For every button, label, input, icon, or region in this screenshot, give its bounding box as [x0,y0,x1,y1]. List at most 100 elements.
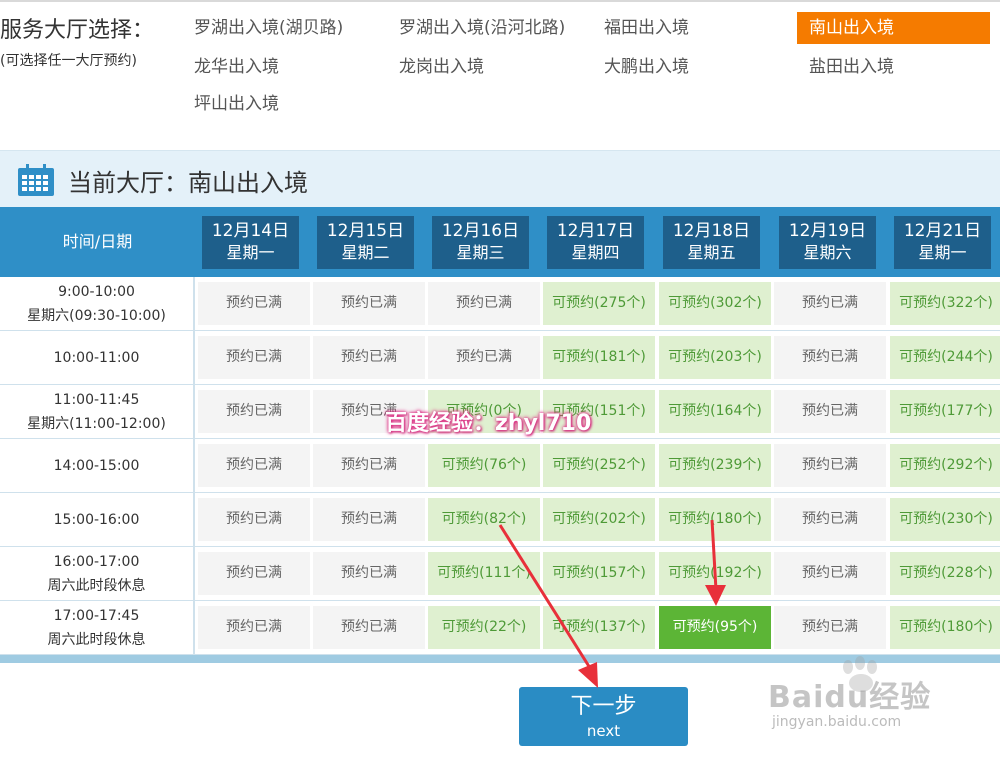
slot-full: 预约已满 [313,498,425,541]
slot-available[interactable]: 可预约(181个) [543,336,655,379]
slot-available[interactable]: 可预约(239个) [659,444,771,487]
slot-full: 预约已满 [198,444,310,487]
slot-available[interactable]: 可预约(111个) [428,552,540,595]
hall-option-yantian[interactable]: 盐田出入境 [797,51,990,83]
time-note: 星期六(11:00-12:00) [27,415,166,432]
slot-full: 预约已满 [428,336,540,379]
slot-available[interactable]: 可预约(292个) [890,444,1000,487]
weekday-label: 星期一 [918,243,967,262]
watermark-text: 百度经验：zhyl710 [385,411,592,436]
time-range: 15:00-16:00 [53,511,140,528]
table-row: 14:00-15:00 预约已满 预约已满 可预约(76个) 可预约(252个) 可预约(… [0,439,1000,493]
hall-option-luohu-hubei[interactable]: 罗湖出入境(湖贝路) [182,12,372,44]
time-range: 14:00-15:00 [53,457,140,474]
next-button-sublabel: next [586,722,621,740]
slot-full: 预约已满 [774,390,886,433]
hall-option-dapeng[interactable]: 大鹏出入境 [592,51,782,83]
slot-full: 预约已满 [774,444,886,487]
time-slot-cell: 9:00-10:00 星期六(09:30-10:00) [0,277,195,330]
date-header: 12月19日 星期六 [779,216,876,269]
hall-select-title: 服务大厅选择： [0,18,155,43]
slot-available[interactable]: 可预约(137个) [543,606,655,649]
slot-available[interactable]: 可预约(230个) [890,498,1000,541]
slot-available-selected[interactable]: 可预约(95个) [659,606,771,649]
time-range: 17:00-17:45 [53,607,140,624]
hall-select-subtitle: (可选择任一大厅预约) [0,53,137,69]
date-header: 12月18日 星期五 [663,216,760,269]
slot-full: 预约已满 [774,282,886,325]
table-row: 16:00-17:00 周六此时段休息 预约已满 预约已满 可预约(111个) 可预约(1… [0,547,1000,601]
hall-select-label: 服务大厅选择： (可选择任一大厅预约) [0,12,170,70]
slot-available[interactable]: 可预约(180个) [890,606,1000,649]
time-slot-cell: 15:00-16:00 [0,493,195,546]
date-header: 12月14日 星期一 [202,216,299,269]
calendar-icon [18,164,54,196]
date-header: 12月15日 星期二 [317,216,414,269]
slot-full: 预约已满 [198,336,310,379]
slot-available[interactable]: 可预约(22个) [428,606,540,649]
slot-available[interactable]: 可预约(164个) [659,390,771,433]
slot-full: 预约已满 [313,444,425,487]
slot-available[interactable]: 可预约(228个) [890,552,1000,595]
time-range: 11:00-11:45 [53,391,140,408]
table-row: 15:00-16:00 预约已满 预约已满 可预约(82个) 可预约(202个) 可预约(… [0,493,1000,547]
hall-option-longhua[interactable]: 龙华出入境 [182,51,372,83]
slot-full: 预约已满 [313,606,425,649]
baidu-url: jingyan.baidu.com [772,714,902,730]
current-hall-bar: 当前大厅：南山出入境 [0,150,1000,208]
slot-available[interactable]: 可预约(252个) [543,444,655,487]
time-slot-cell: 17:00-17:45 周六此时段休息 [0,601,195,654]
table-row: 10:00-11:00 预约已满 预约已满 预约已满 可预约(181个) 可预约(203个… [0,331,1000,385]
time-slot-cell: 10:00-11:00 [0,331,195,384]
hall-option-nanshan[interactable]: 南山出入境 [797,12,990,44]
time-note: 周六此时段休息 [47,577,146,594]
table-row: 9:00-10:00 星期六(09:30-10:00) 预约已满 预约已满 预约已满 可预… [0,277,1000,331]
hall-option-luohu-yanhe[interactable]: 罗湖出入境(沿河北路) [387,12,587,44]
slot-available[interactable]: 可预约(180个) [659,498,771,541]
slot-available[interactable]: 可预约(302个) [659,282,771,325]
slot-available[interactable]: 可预约(202个) [543,498,655,541]
slot-available[interactable]: 可预约(322个) [890,282,1000,325]
weekday-label: 星期六 [803,243,852,262]
slot-full: 预约已满 [774,498,886,541]
weekday-label: 星期一 [226,243,275,262]
hall-option-futian[interactable]: 福田出入境 [592,12,782,44]
date-header: 12月17日 星期四 [547,216,644,269]
next-button[interactable]: 下一步 next [519,687,688,746]
date-label: 12月17日 [556,221,635,241]
weekday-label: 星期四 [571,243,620,262]
weekday-label: 星期五 [687,243,736,262]
slot-available[interactable]: 可预约(76个) [428,444,540,487]
weekday-label: 星期二 [341,243,390,262]
slot-full: 预约已满 [774,606,886,649]
slot-available[interactable]: 可预约(177个) [890,390,1000,433]
time-range: 9:00-10:00 [58,283,135,300]
current-hall-title: 当前大厅：南山出入境 [68,169,308,197]
slot-full: 预约已满 [774,552,886,595]
slot-full: 预约已满 [198,498,310,541]
slot-available[interactable]: 可预约(244个) [890,336,1000,379]
slot-full: 预约已满 [774,336,886,379]
slot-full: 预约已满 [428,282,540,325]
time-range: 16:00-17:00 [53,553,140,570]
slot-full: 预约已满 [198,606,310,649]
hall-option-pingshan[interactable]: 坪山出入境 [182,88,372,120]
slot-full: 预约已满 [198,552,310,595]
weekday-label: 星期三 [456,243,505,262]
date-header: 12月21日 星期一 [894,216,991,269]
hall-option-longgang[interactable]: 龙岗出入境 [387,51,577,83]
time-range: 10:00-11:00 [53,349,140,366]
schedule-header: 时间/日期 12月14日 星期一 12月15日 星期二 12月16日 星期三 12月1… [0,207,1000,277]
date-label: 12月18日 [672,221,751,241]
time-slot-cell: 11:00-11:45 星期六(11:00-12:00) [0,385,195,438]
slot-full: 预约已满 [198,282,310,325]
time-column-header: 时间/日期 [62,232,133,251]
slot-available[interactable]: 可预约(203个) [659,336,771,379]
slot-available[interactable]: 可预约(192个) [659,552,771,595]
baidu-logo-text: Baidu经验 [768,680,932,715]
next-button-label: 下一步 [570,694,637,719]
slot-available[interactable]: 可预约(275个) [543,282,655,325]
slot-available[interactable]: 可预约(82个) [428,498,540,541]
date-label: 12月15日 [326,221,405,241]
slot-available[interactable]: 可预约(157个) [543,552,655,595]
